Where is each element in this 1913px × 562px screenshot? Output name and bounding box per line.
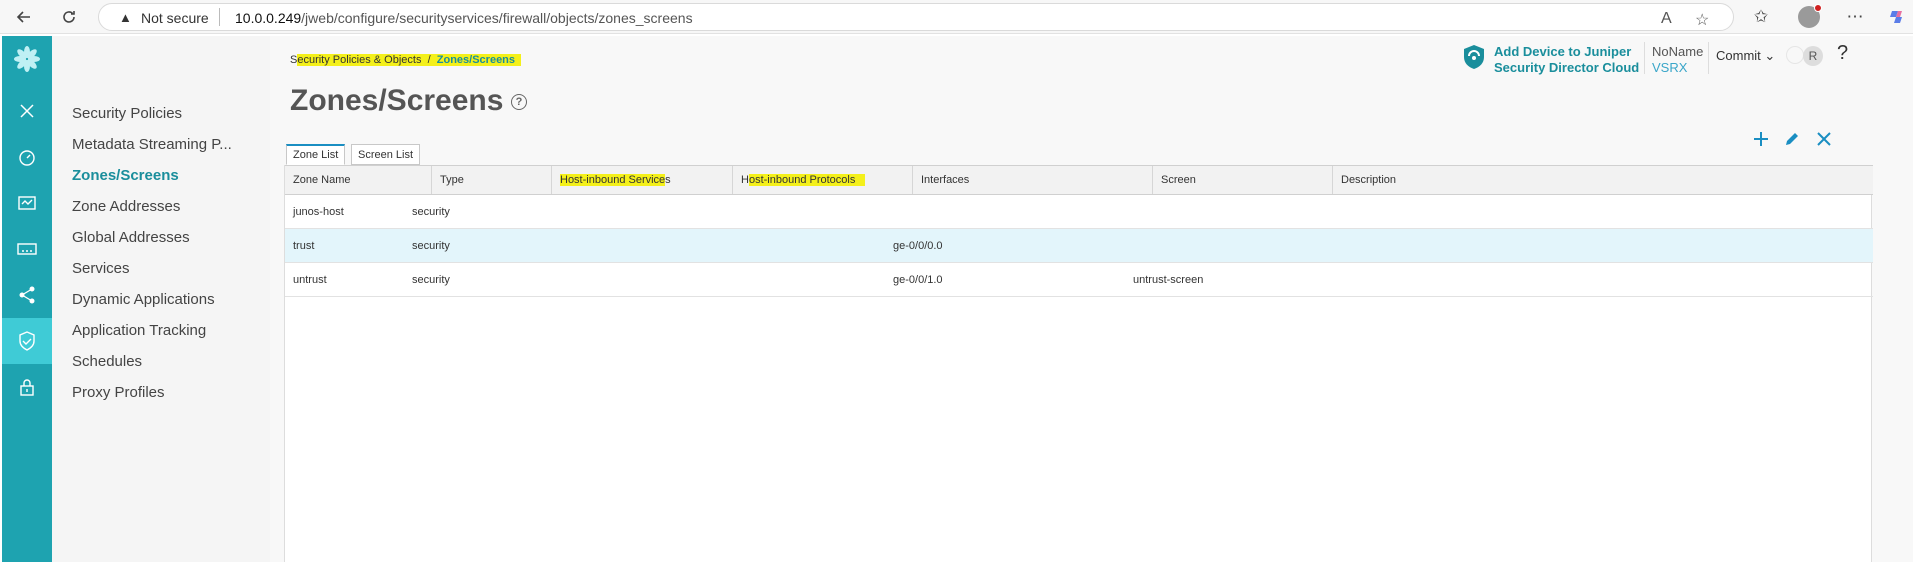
refresh-icon[interactable] [57, 5, 81, 29]
header-divider [1644, 42, 1645, 74]
column-header-type[interactable]: Type [432, 166, 552, 194]
cell-screen: untrust-screen [1133, 273, 1204, 286]
chevron-down-icon: ⌄ [1764, 48, 1776, 63]
nav-item-global-addresses[interactable]: Global Addresses [72, 229, 190, 246]
column-header-description[interactable]: Description [1333, 166, 1873, 194]
monitor-icon[interactable] [2, 180, 52, 226]
zones-grid: Zone Name Type Host-inbound Service s Hos… [284, 165, 1873, 562]
not-secure-label: Not secure [141, 10, 209, 26]
url-text[interactable]: 10.0.0.249/jweb/configure/securityservic… [235, 10, 693, 26]
favorites-icon[interactable]: ✩ [1748, 5, 1774, 29]
column-header-zone-name[interactable]: Zone Name [285, 166, 432, 194]
close-icon[interactable] [2, 88, 52, 134]
nav-item-services[interactable]: Services [72, 260, 130, 277]
logo-icon[interactable] [2, 36, 52, 82]
cell-interfaces: ge-0/0/0.0 [893, 239, 943, 252]
cell-zone-name: junos-host [293, 205, 344, 218]
nav-item-dynamic-applications[interactable]: Dynamic Applications [72, 291, 215, 308]
more-menu-icon[interactable]: ⋯ [1842, 5, 1868, 29]
delete-icon[interactable] [1813, 128, 1835, 150]
cell-type: security [412, 273, 450, 286]
global-help-icon[interactable]: ? [1837, 42, 1848, 65]
devices-icon[interactable] [2, 226, 52, 272]
help-icon[interactable]: ? [511, 94, 527, 110]
nav-item-schedules[interactable]: Schedules [72, 353, 142, 370]
device-info: NoName VSRX [1652, 44, 1704, 75]
breadcrumb-current: Zones/Screens [436, 54, 516, 66]
browser-toolbar: ▲ Not secure 10.0.0.249/jweb/configure/s… [0, 0, 1913, 34]
icon-rail [2, 36, 52, 562]
favorite-star-icon[interactable]: ☆ [1695, 10, 1709, 30]
cell-zone-name: untrust [293, 273, 327, 286]
cell-type: security [412, 239, 450, 252]
commit-dropdown[interactable]: Commit ⌄ [1716, 48, 1775, 64]
cell-interfaces [889, 195, 897, 228]
grid-header: Zone Name Type Host-inbound Service s Hos… [285, 165, 1873, 195]
back-icon[interactable] [12, 5, 36, 29]
cell-zone-name: trust [293, 239, 315, 252]
network-icon[interactable] [2, 272, 52, 318]
address-bar[interactable]: ▲ Not secure 10.0.0.249/jweb/configure/s… [98, 3, 1734, 31]
table-row[interactable]: junos-host security [285, 195, 1873, 229]
column-header-host-inbound-services[interactable]: Host-inbound Service s [552, 166, 733, 194]
cell-interfaces: ge-0/0/1.0 [893, 273, 943, 286]
notification-dot [1814, 4, 1822, 12]
edit-icon[interactable] [1781, 128, 1803, 150]
add-icon[interactable] [1750, 128, 1772, 150]
nav-item-application-tracking[interactable]: Application Tracking [72, 322, 206, 339]
header-divider [1708, 42, 1709, 74]
nav-item-proxy-profiles[interactable]: Proxy Profiles [72, 384, 165, 401]
add-device-sdc-link[interactable]: Add Device to Juniper Security Director … [1494, 44, 1639, 76]
lock-icon[interactable] [2, 364, 52, 410]
profile-icon[interactable] [1796, 4, 1822, 29]
warning-icon: ▲ [119, 10, 132, 25]
breadcrumb-parent[interactable]: Security Policies & Objects [290, 54, 422, 66]
column-header-host-inbound-protocols[interactable]: Host-inbound Protocols [733, 166, 913, 194]
dashboard-icon[interactable] [2, 134, 52, 180]
nav-item-zone-addresses[interactable]: Zone Addresses [72, 198, 180, 215]
table-row[interactable]: untrust security ge-0/0/1.0 untrust-scre… [285, 263, 1873, 297]
security-icon[interactable] [2, 318, 52, 364]
cell-screen [1125, 195, 1133, 228]
main-content: Security Policies & Objects / Zones/Scre… [270, 36, 1913, 562]
column-header-interfaces[interactable]: Interfaces [913, 166, 1153, 194]
user-avatar[interactable]: R [1803, 46, 1823, 66]
tab-zone-list[interactable]: Zone List [286, 144, 346, 165]
secondary-nav: Security Policies Metadata Streaming P..… [52, 36, 270, 562]
nav-item-zones-screens[interactable]: Zones/Screens [72, 167, 179, 184]
cell-screen [1125, 229, 1133, 262]
copilot-icon[interactable] [1884, 5, 1910, 29]
read-aloud-icon[interactable]: A [1661, 10, 1672, 28]
notification-icon[interactable] [1786, 46, 1804, 64]
sdc-shield-icon[interactable] [1460, 43, 1488, 76]
cell-type: security [412, 205, 450, 218]
tab-screen-list[interactable]: Screen List [351, 144, 421, 165]
column-header-screen[interactable]: Screen [1153, 166, 1333, 194]
page-title: Zones/Screens [290, 84, 504, 117]
nav-item-security-policies[interactable]: Security Policies [72, 105, 182, 122]
breadcrumb: Security Policies & Objects / Zones/Scre… [290, 54, 522, 66]
address-divider [219, 8, 220, 26]
nav-item-metadata-streaming[interactable]: Metadata Streaming P... [72, 136, 232, 153]
table-row[interactable]: trust security ge-0/0/0.0 [285, 229, 1873, 263]
